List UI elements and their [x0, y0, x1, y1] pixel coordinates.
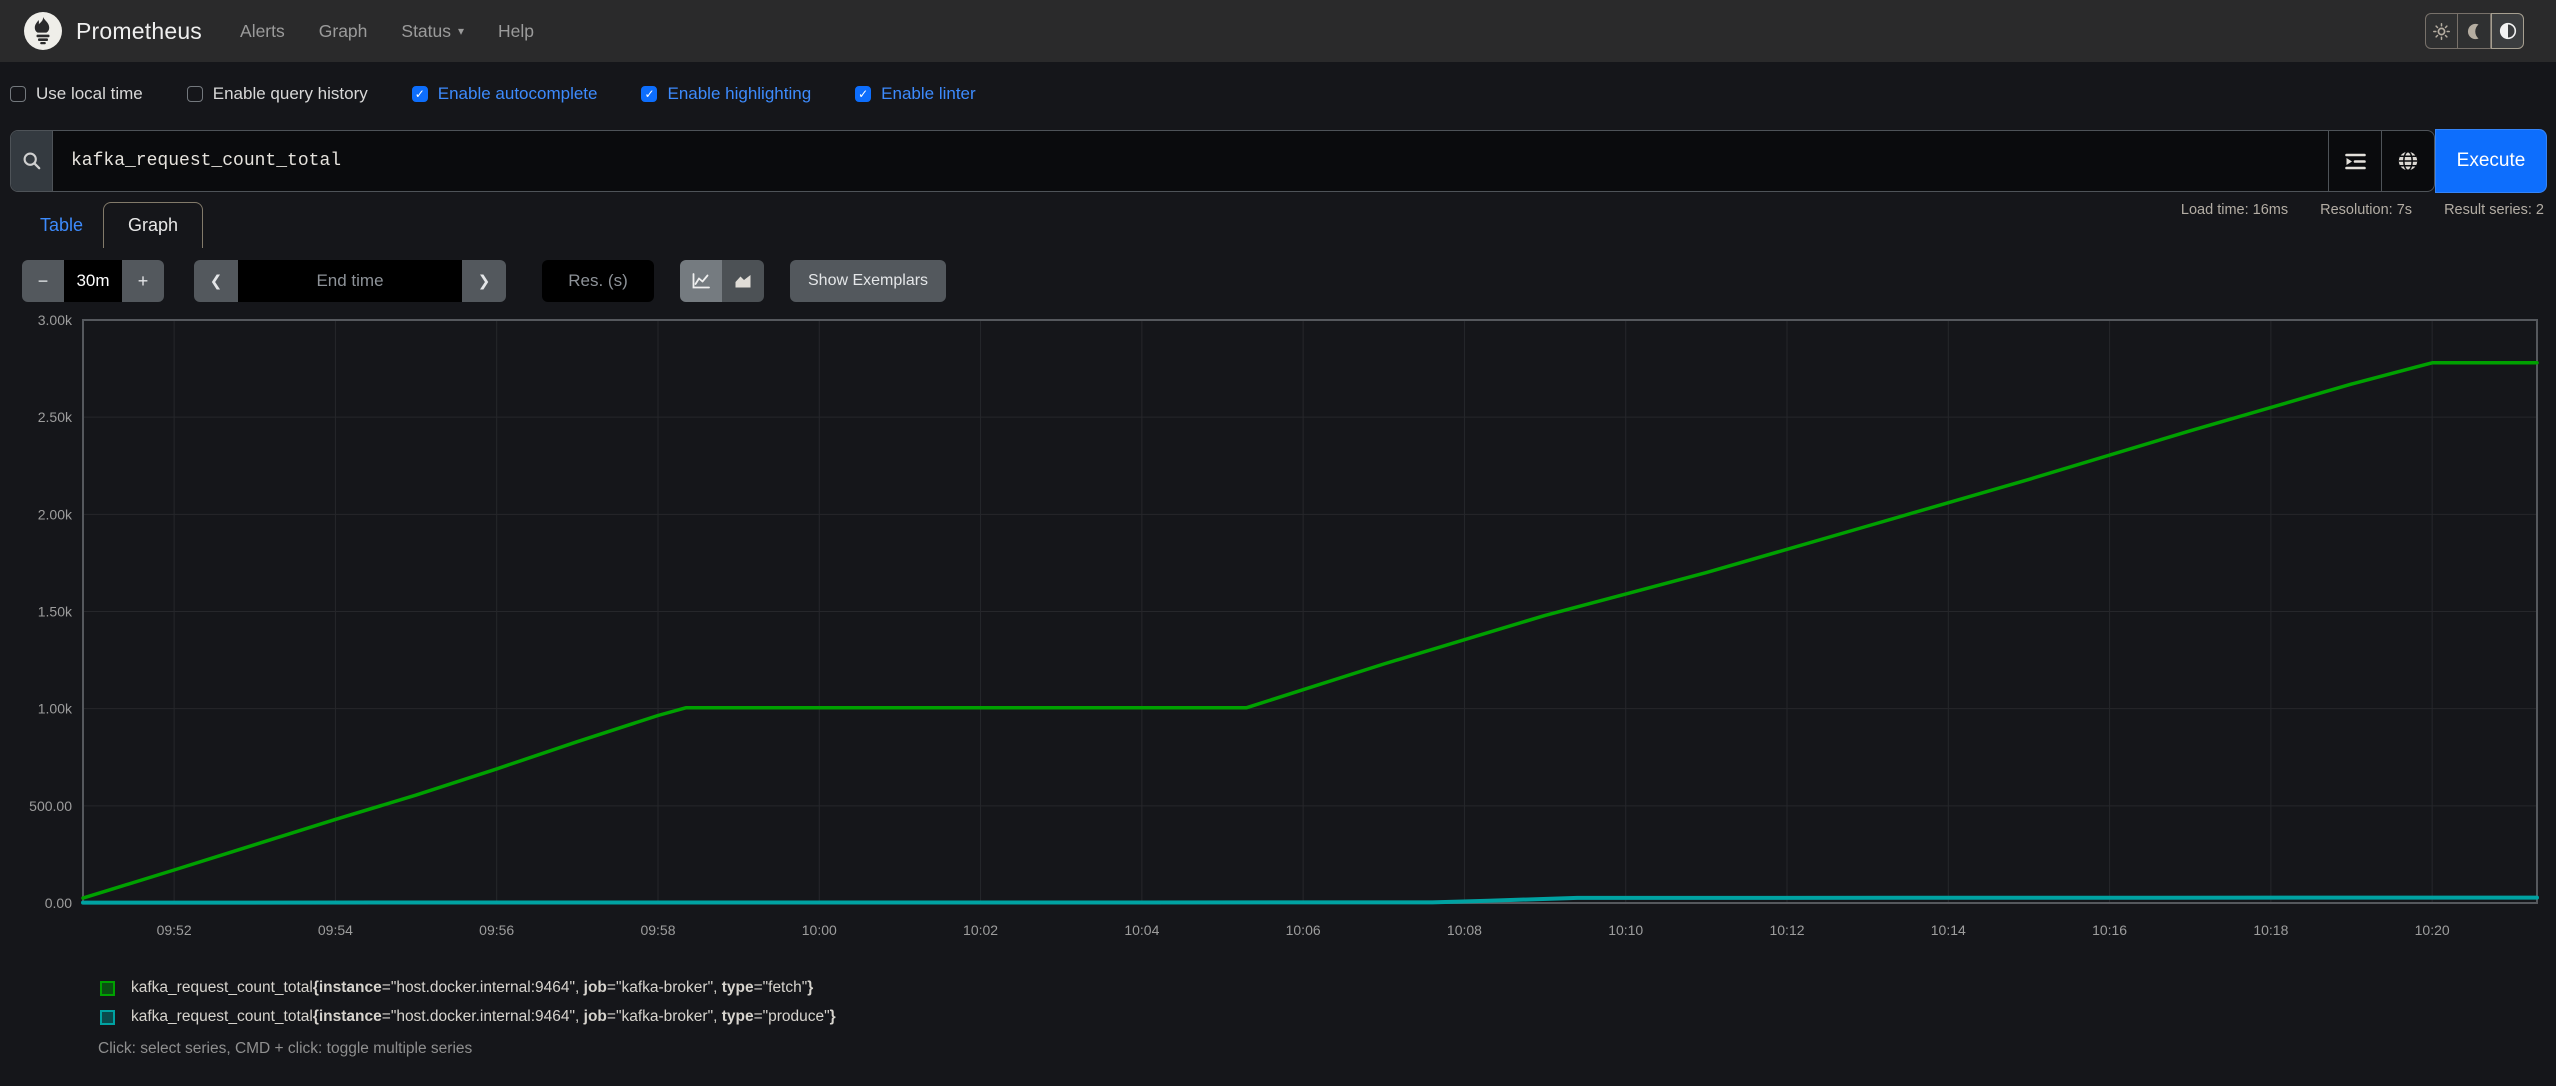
- series-swatch-icon: [100, 1009, 115, 1025]
- x-axis-label: 09:58: [640, 922, 675, 938]
- checkbox-enable-autocomplete[interactable]: ✓ Enable autocomplete: [411, 84, 597, 104]
- graph-controls: − + ❮ ❯ Show Exemplars: [22, 260, 2556, 302]
- checkbox-icon: ✓: [641, 86, 658, 102]
- series-name: kafka_request_count_total{instance="host…: [131, 1008, 836, 1025]
- graph-canvas[interactable]: 0.00 500.00 1.00k 1.50k 2.00k 2.50k 3.00k 09:52…: [0, 310, 2556, 950]
- prometheus-brand[interactable]: Prometheus: [24, 12, 202, 50]
- nav-item-status[interactable]: Status ▾: [401, 21, 464, 42]
- y-axis-label: 2.50k: [38, 409, 73, 425]
- app-title: Prometheus: [76, 17, 203, 44]
- range-decrease-button[interactable]: −: [22, 260, 64, 302]
- query-input[interactable]: [53, 131, 2328, 191]
- y-axis-label: 1.50k: [38, 604, 73, 620]
- checkbox-enable-linter[interactable]: ✓ Enable linter: [855, 84, 976, 104]
- x-axis-label: 10:02: [963, 922, 998, 938]
- y-axis-label: 0.00: [45, 895, 72, 911]
- time-back-button[interactable]: ❮: [194, 260, 238, 302]
- globe-icon: [2397, 150, 2419, 172]
- resolution: Resolution: 7s: [2320, 202, 2413, 218]
- caret-down-icon: ▾: [458, 24, 465, 38]
- time-forward-button[interactable]: ❯: [462, 260, 506, 302]
- metrics-explorer-button[interactable]: [2328, 131, 2381, 191]
- x-axis-label: 10:16: [2092, 922, 2127, 938]
- checkbox-icon: ✓: [411, 86, 428, 102]
- checkbox-icon: ✓: [186, 86, 203, 102]
- globe-button[interactable]: [2381, 131, 2434, 191]
- range-input[interactable]: [64, 260, 122, 302]
- x-axis-label: 10:18: [2253, 922, 2288, 938]
- y-axis-label: 1.00k: [38, 701, 73, 717]
- x-axis-label: 10:12: [1769, 922, 1804, 938]
- nav-item-help[interactable]: Help: [498, 21, 534, 42]
- theme-dark-button[interactable]: [2458, 13, 2491, 49]
- nav-item-alerts[interactable]: Alerts: [240, 21, 285, 42]
- y-axis-label: 500.00: [29, 798, 72, 814]
- x-axis-label: 09:52: [157, 922, 192, 938]
- graph-panel: 0.00 500.00 1.00k 1.50k 2.00k 2.50k 3.00k 09:52…: [0, 310, 2556, 955]
- series-name: kafka_request_count_total{instance="host…: [131, 979, 814, 996]
- x-axis-label: 10:04: [1124, 922, 1159, 938]
- panel-tabs: Table Graph Load time: 16ms Resolution: …: [0, 196, 2556, 248]
- x-axis-label: 09:54: [318, 922, 353, 938]
- checkbox-icon: ✓: [855, 86, 872, 102]
- execute-button[interactable]: Execute: [2435, 129, 2547, 193]
- sun-icon: [2433, 22, 2450, 40]
- show-exemplars-button[interactable]: Show Exemplars: [790, 260, 947, 302]
- stacked-chart-button[interactable]: [722, 260, 764, 302]
- x-axis-label: 10:00: [802, 922, 837, 938]
- stacked-chart-icon: [734, 273, 752, 289]
- checkbox-enable-query-history[interactable]: ✓ Enable query history: [186, 84, 368, 104]
- search-icon: [11, 131, 53, 191]
- metrics-explorer-icon: [2344, 152, 2366, 171]
- x-axis-label: 10:08: [1447, 922, 1482, 938]
- checkbox-enable-highlighting[interactable]: ✓ Enable highlighting: [641, 84, 811, 104]
- series-line-0: [81, 361, 2539, 900]
- x-axis-label: 10:14: [1931, 922, 1966, 938]
- y-axis-label: 2.00k: [38, 506, 73, 522]
- tab-graph[interactable]: Graph: [103, 202, 204, 248]
- theme-toggle-group: [2425, 13, 2524, 49]
- nav-item-graph[interactable]: Graph: [319, 21, 368, 42]
- query-bar: Execute: [10, 129, 2547, 193]
- nav-links: Alerts Graph Status ▾ Help: [240, 21, 568, 42]
- end-time-picker: ❮ ❯: [194, 260, 506, 302]
- load-time: Load time: 16ms: [2180, 202, 2289, 218]
- range-stepper: − +: [22, 260, 164, 302]
- x-axis-label: 10:06: [1286, 922, 1321, 938]
- legend-item[interactable]: kafka_request_count_total{instance="host…: [100, 979, 2556, 997]
- result-series: Result series: 2: [2444, 202, 2544, 218]
- end-time-input[interactable]: [238, 260, 462, 302]
- theme-light-button[interactable]: [2425, 13, 2458, 49]
- chart-type-toggle: [680, 260, 764, 302]
- graph-legend: kafka_request_count_total{instance="host…: [100, 979, 2556, 1026]
- prometheus-logo-icon: [24, 12, 62, 50]
- theme-auto-button[interactable]: [2491, 13, 2524, 49]
- x-axis-label: 10:10: [1608, 922, 1643, 938]
- navbar: Prometheus Alerts Graph Status ▾ Help: [0, 0, 2556, 62]
- auto-contrast-icon: [2499, 22, 2517, 40]
- checkbox-icon: ✓: [10, 86, 26, 102]
- legend-hint: Click: select series, CMD + click: toggl…: [98, 1040, 473, 1057]
- x-axis-label: 10:20: [2415, 922, 2450, 938]
- y-axis-label: 3.00k: [38, 312, 73, 328]
- legend-item[interactable]: kafka_request_count_total{instance="host…: [100, 1008, 2556, 1026]
- checkbox-use-local-time[interactable]: ✓ Use local time: [10, 84, 143, 104]
- line-chart-button[interactable]: [680, 260, 722, 302]
- moon-icon: [2466, 23, 2483, 40]
- query-options-bar: ✓ Use local time ✓ Enable query history …: [0, 62, 2556, 126]
- query-stats: Load time: 16ms Resolution: 7s Result se…: [2153, 202, 2544, 218]
- x-axis-label: 09:56: [479, 922, 514, 938]
- series-line-1: [81, 895, 2539, 905]
- series-swatch-icon: [100, 980, 115, 996]
- line-chart-icon: [692, 273, 710, 289]
- range-increase-button[interactable]: +: [122, 260, 164, 302]
- resolution-input[interactable]: [542, 260, 654, 302]
- tab-table[interactable]: Table: [38, 203, 85, 248]
